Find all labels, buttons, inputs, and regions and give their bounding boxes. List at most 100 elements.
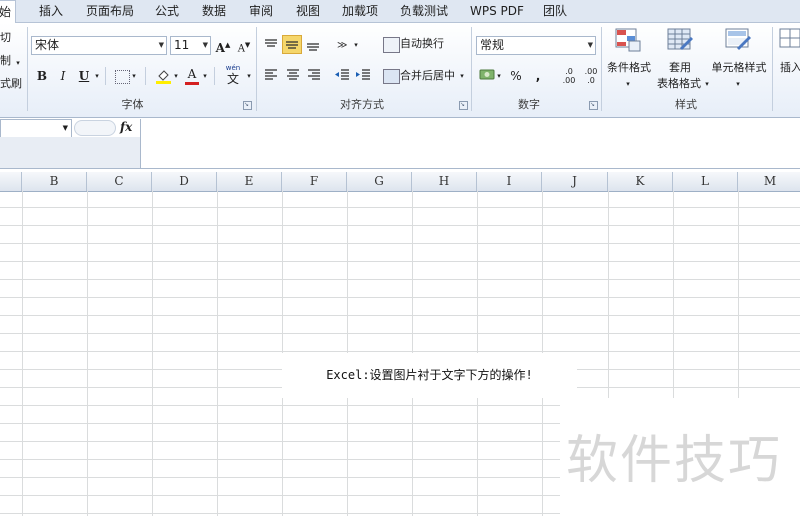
grid-line	[0, 207, 800, 208]
dec-decimal-line1: .00	[584, 67, 598, 76]
conditional-dropdown-icon[interactable]: ▾	[624, 75, 632, 93]
group-separator	[471, 27, 472, 111]
underline-button[interactable]: U	[77, 67, 91, 85]
column-header[interactable]: M	[738, 172, 800, 191]
conditional-formatting-icon	[615, 28, 641, 52]
grid-line	[0, 297, 800, 298]
inc-decimal-line1: .0	[565, 67, 573, 76]
column-header[interactable]: H	[412, 172, 477, 191]
tab-team[interactable]: 团队	[543, 0, 567, 22]
increase-indent-icon[interactable]	[355, 67, 371, 83]
grid-line	[217, 191, 218, 516]
font-size-combo[interactable]: 11 ▼	[170, 36, 211, 55]
formula-input[interactable]	[141, 119, 800, 168]
merge-dropdown-icon[interactable]: ▾	[458, 67, 466, 85]
cut-button[interactable]: 切	[0, 29, 14, 47]
inc-decimal-line2: .00	[562, 76, 576, 85]
fill-color-dropdown-icon[interactable]: ▾	[172, 67, 180, 85]
divider	[105, 67, 106, 85]
cell-styles-dropdown-icon[interactable]: ▾	[734, 75, 742, 93]
tab-page-layout[interactable]: 页面布局	[86, 0, 134, 22]
comma-button[interactable]: ,	[533, 67, 543, 85]
tab-formulas[interactable]: 公式	[155, 0, 179, 22]
tab-review[interactable]: 审阅	[249, 0, 273, 22]
number-format-combo[interactable]: 常规 ▼	[476, 36, 596, 55]
dialog-launcher-icon[interactable]: ↘	[589, 101, 598, 110]
ribbon: 切 制 ▾ 式刷 宋体 ▼ 11 ▼ A▲ A▼ B I U ▾ ▾ ▾ A ▾…	[0, 23, 800, 118]
grid-line	[0, 315, 800, 316]
dialog-launcher-icon[interactable]: ↘	[243, 101, 252, 110]
format-painter-button[interactable]: 式刷	[0, 75, 26, 93]
align-left-icon[interactable]	[263, 67, 279, 83]
fill-color-icon[interactable]	[156, 69, 171, 84]
tab-home[interactable]: 始	[0, 0, 17, 24]
shrink-font-button[interactable]: A▼	[236, 36, 252, 58]
bold-button[interactable]: B	[35, 67, 49, 85]
copy-dropdown-icon[interactable]: ▾	[14, 54, 22, 72]
styles-group-label: 样式	[675, 98, 697, 111]
column-header[interactable]: K	[608, 172, 673, 191]
chevron-down-icon: ▼	[202, 41, 208, 49]
column-header[interactable]: D	[152, 172, 217, 191]
borders-icon[interactable]	[115, 70, 130, 84]
name-box[interactable]: ▼	[0, 119, 72, 138]
underline-dropdown-icon[interactable]: ▾	[93, 67, 101, 85]
font-color-dropdown-icon[interactable]: ▾	[201, 67, 209, 85]
wrap-text-button[interactable]: 自动换行	[400, 35, 455, 53]
alignment-group-label: 对齐方式	[340, 98, 384, 111]
tab-data[interactable]: 数据	[202, 0, 226, 22]
increase-decimal-button[interactable]: .0 .00	[560, 67, 578, 85]
insert-cells-icon	[779, 28, 800, 52]
tab-load-test[interactable]: 负载测试	[400, 0, 448, 22]
grid-line	[0, 243, 800, 244]
accounting-format-icon[interactable]	[479, 68, 495, 82]
font-name-value: 宋体	[35, 38, 60, 52]
formula-bar-handle[interactable]	[74, 120, 116, 136]
column-header[interactable]: I	[477, 172, 542, 191]
group-separator	[256, 27, 257, 111]
format-table-dropdown-icon[interactable]: ▾	[703, 75, 711, 93]
column-header[interactable]: F	[282, 172, 347, 191]
grow-font-button[interactable]: A▲	[215, 36, 231, 57]
decrease-decimal-button[interactable]: .00 .0	[582, 67, 600, 85]
column-header-row: B C D E F G H I J K L M	[0, 172, 800, 192]
dialog-launcher-icon[interactable]: ↘	[459, 101, 468, 110]
insert-cells-button[interactable]: 插入	[780, 59, 800, 77]
borders-dropdown-icon[interactable]: ▾	[130, 67, 138, 85]
tab-insert[interactable]: 插入	[39, 0, 63, 22]
column-header[interactable]: C	[87, 172, 152, 191]
grid-line	[22, 191, 23, 516]
column-header[interactable]: L	[673, 172, 738, 191]
format-as-table-button[interactable]: 表格格式	[654, 75, 704, 93]
phonetic-dropdown-icon[interactable]: ▾	[245, 67, 253, 85]
align-middle-icon[interactable]	[282, 35, 302, 54]
tab-view[interactable]: 视图	[296, 0, 320, 22]
decrease-indent-icon[interactable]	[334, 67, 350, 83]
font-name-combo[interactable]: 宋体 ▼	[31, 36, 167, 55]
font-color-swatch	[185, 82, 199, 85]
copy-button[interactable]: 制	[0, 52, 14, 70]
grid-line	[0, 279, 800, 280]
accounting-dropdown-icon[interactable]: ▾	[495, 67, 503, 85]
percent-button[interactable]: %	[508, 67, 524, 85]
column-header[interactable]: J	[542, 172, 608, 191]
phonetic-guide-button[interactable]: wén 文	[222, 64, 244, 86]
align-bottom-icon[interactable]	[305, 36, 321, 52]
insert-function-button[interactable]: fx	[120, 119, 140, 136]
italic-button[interactable]: I	[56, 67, 70, 85]
divider	[214, 67, 215, 85]
column-header[interactable]: E	[217, 172, 282, 191]
align-right-icon[interactable]	[306, 67, 322, 83]
orientation-dropdown-icon[interactable]: ▾	[352, 36, 360, 54]
column-header[interactable]: B	[22, 172, 87, 191]
tab-addins[interactable]: 加载项	[342, 0, 378, 22]
merge-center-button[interactable]: 合并后居中	[400, 67, 460, 85]
font-color-button[interactable]: A	[185, 65, 199, 83]
align-top-icon[interactable]	[263, 36, 279, 52]
column-header[interactable]: G	[347, 172, 412, 191]
caption-text: Excel:设置图片衬于文字下方的操作!	[326, 368, 533, 382]
align-center-icon[interactable]	[285, 67, 301, 83]
tab-wps-pdf[interactable]: WPS PDF	[470, 0, 524, 22]
wrap-text-icon	[383, 37, 400, 53]
column-header-a[interactable]	[0, 172, 22, 191]
